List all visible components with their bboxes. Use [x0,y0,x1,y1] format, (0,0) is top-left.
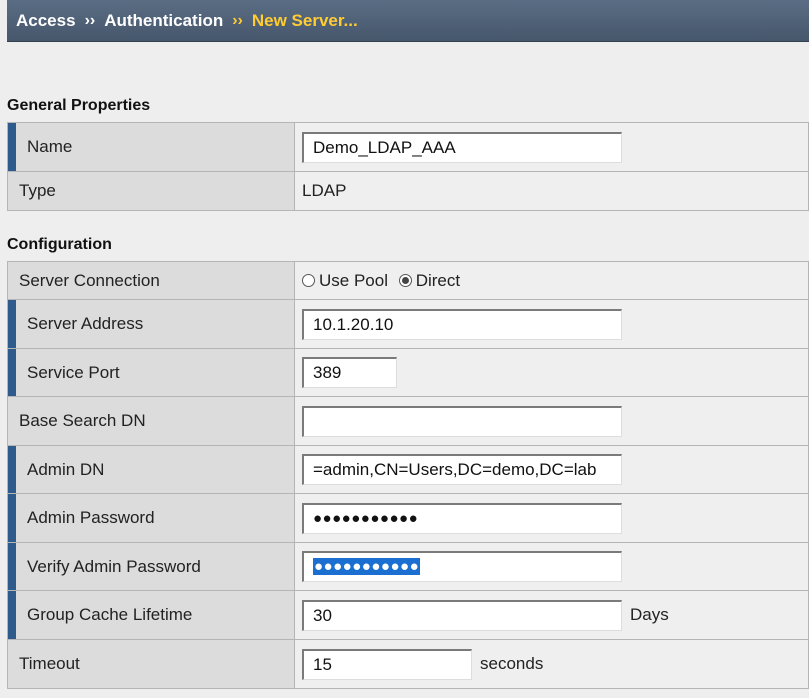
verify-admin-password-label: Verify Admin Password [7,542,295,591]
server-connection-label: Server Connection [7,261,295,300]
section-title-general: General Properties [7,97,151,114]
breadcrumb: Access ›› Authentication ›› New Server..… [7,0,809,42]
row-name: Name Demo_LDAP_AAA [7,122,809,172]
admin-password-label: Admin Password [7,493,295,543]
direct-radio[interactable] [398,273,412,287]
breadcrumb-separator: ›› [84,11,96,29]
breadcrumb-item-access[interactable]: Access [16,11,76,31]
breadcrumb-separator: ›› [232,11,243,29]
use-pool-radio[interactable] [302,273,315,287]
timeout-label: Timeout [7,639,295,689]
type-value: LDAP [294,171,809,211]
row-server-connection: Server Connection Use Pool Direct [7,261,809,300]
name-label: Name [7,122,295,172]
admin-dn-input[interactable]: =admin,CN=Users,DC=demo,DC=lab [302,454,622,485]
breadcrumb-item-current: New Server... [251,10,358,30]
verify-admin-password-input[interactable]: ●●●●●●●●●●● [302,551,622,582]
type-label: Type [7,171,295,211]
section-title-configuration: Configuration [7,236,112,253]
row-server-address: Server Address 10.1.20.10 [7,299,809,349]
group-cache-lifetime-unit: Days [630,605,669,624]
general-properties-table: Name Demo_LDAP_AAA Type LDAP [7,122,809,211]
server-address-input[interactable]: 10.1.20.10 [302,308,622,340]
admin-dn-label: Admin DN [7,445,295,494]
group-cache-lifetime-input[interactable]: 30 [302,599,622,631]
row-admin-password: Admin Password ●●●●●●●●●●● [7,493,809,543]
base-search-dn-label: Base Search DN [7,396,295,446]
row-type: Type LDAP [7,171,809,211]
row-timeout: Timeout 15 seconds [7,639,809,689]
service-port-label: Service Port [7,348,295,397]
timeout-unit: seconds [480,654,544,673]
row-service-port: Service Port 389 [7,348,809,397]
row-verify-admin-password: Verify Admin Password ●●●●●●●●●●● [7,542,809,591]
selected-text: ●●●●●●●●●●● [313,558,421,575]
configuration-table: Server Connection Use Pool Direct Server… [7,261,809,689]
row-admin-dn: Admin DN =admin,CN=Users,DC=demo,DC=lab [7,445,809,494]
timeout-input[interactable]: 15 [302,648,472,680]
direct-label[interactable]: Direct [416,271,460,290]
row-base-search-dn: Base Search DN [7,396,809,446]
group-cache-lifetime-label: Group Cache Lifetime [7,590,295,640]
name-input[interactable]: Demo_LDAP_AAA [302,131,622,163]
admin-password-input[interactable]: ●●●●●●●●●●● [302,502,622,534]
service-port-input[interactable]: 389 [302,357,397,388]
breadcrumb-item-authentication[interactable]: Authentication [104,11,223,31]
base-search-dn-input[interactable] [302,405,622,437]
server-address-label: Server Address [7,299,295,349]
row-group-cache-lifetime: Group Cache Lifetime 30 Days [7,590,809,640]
use-pool-label[interactable]: Use Pool [319,271,388,290]
